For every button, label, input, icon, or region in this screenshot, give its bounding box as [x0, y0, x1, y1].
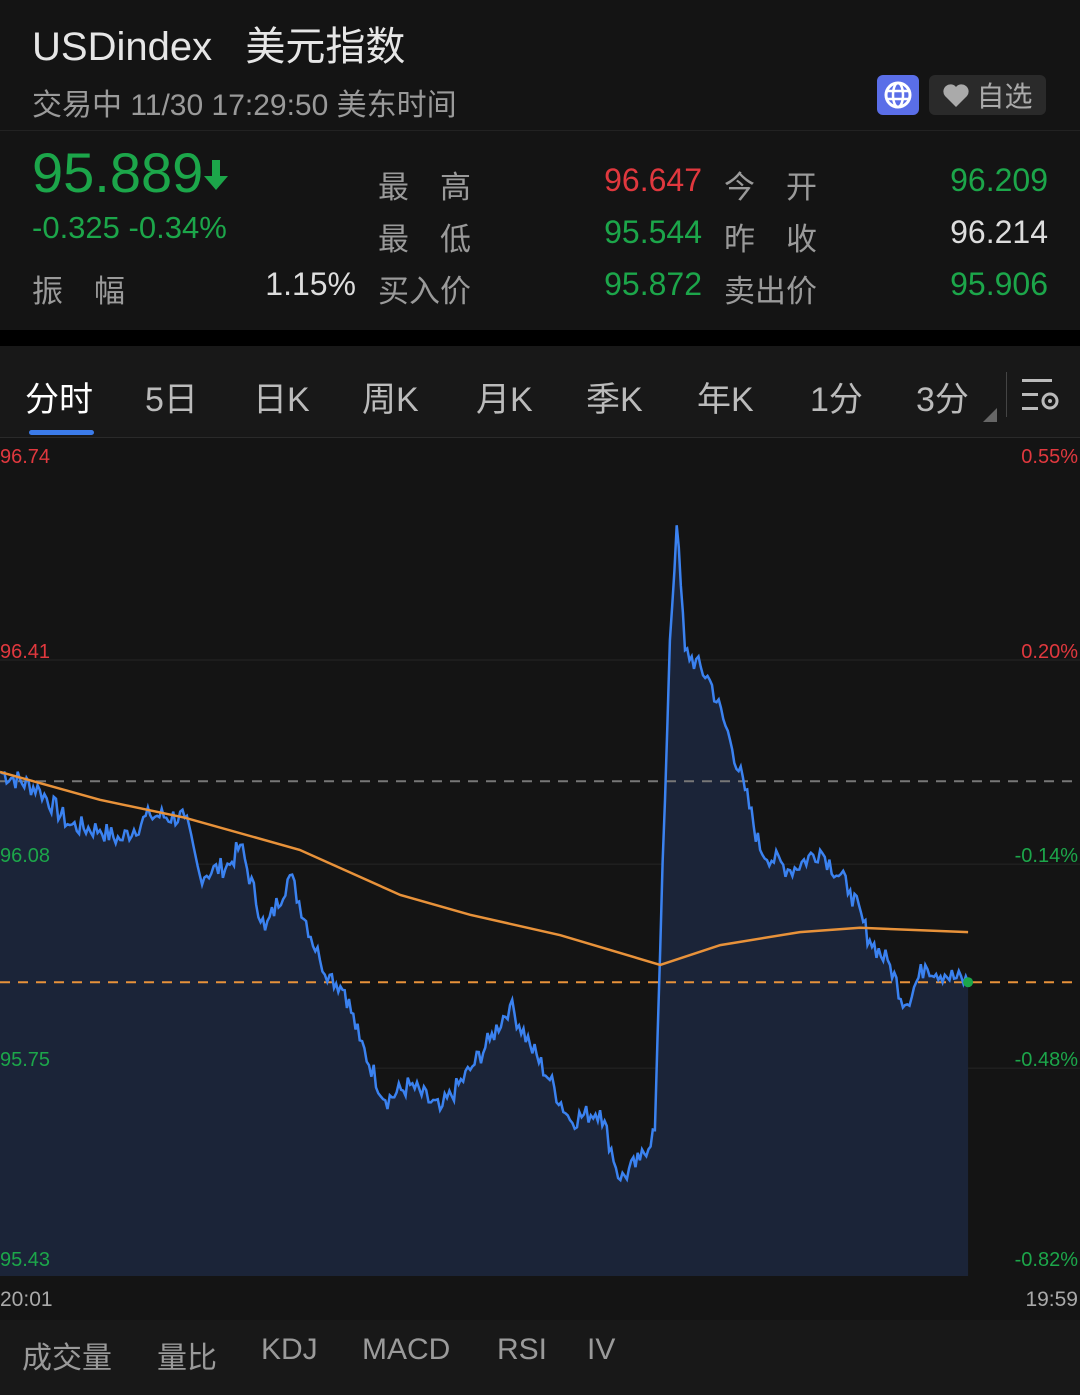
y-tick-left: 96.08 [0, 845, 50, 867]
y-tick-left: 96.74 [0, 446, 50, 468]
tab-yearly-k[interactable]: 年K [697, 372, 754, 421]
indicator-macd[interactable]: MACD [362, 1333, 450, 1367]
price-change: -0.325 -0.34% [32, 210, 227, 245]
prev-close-value: 96.214 [950, 214, 1048, 250]
globe-button[interactable] [877, 75, 919, 115]
y-tick-right: 0.20% [1021, 641, 1078, 663]
y-tick-left: 95.75 [0, 1049, 50, 1071]
y-tick-left: 95.43 [0, 1249, 50, 1271]
tab-intraday[interactable]: 分时 [25, 372, 93, 421]
watchlist-label: 自选 [976, 81, 1033, 112]
bid-label: 买入价 [378, 274, 471, 309]
dropdown-corner-icon [983, 408, 997, 422]
arrow-down-icon [204, 160, 229, 190]
settings-list-icon [1022, 379, 1059, 410]
tab-divider [1006, 372, 1007, 417]
last-price: 95.889 [32, 140, 229, 205]
amplitude-value: 1.15% [265, 266, 356, 302]
ask-label: 卖出价 [724, 274, 817, 309]
y-tick-left: 96.41 [0, 641, 50, 663]
low-value: 95.544 [604, 214, 702, 250]
indicator-rsi[interactable]: RSI [497, 1333, 547, 1367]
indicator-kdj[interactable]: KDJ [261, 1333, 318, 1367]
symbol: USDindex [32, 25, 213, 69]
intraday-chart[interactable]: 96.74 0.55% 96.41 0.20% 96.08 -0.14% 95.75 -0.4… [0, 440, 1080, 1320]
active-tab-indicator [29, 430, 94, 435]
globe-icon [884, 81, 912, 109]
tab-daily-k[interactable]: 日K [253, 372, 310, 421]
ask-value: 95.906 [950, 266, 1048, 302]
instrument-name: 美元指数 [245, 25, 406, 69]
indicator-volume[interactable]: 成交量 [22, 1333, 112, 1377]
y-tick-right: -0.82% [1015, 1249, 1079, 1271]
tab-weekly-k[interactable]: 周K [362, 372, 419, 421]
open-value: 96.209 [950, 162, 1048, 198]
tab-1min[interactable]: 1分 [810, 372, 863, 421]
y-tick-right: -0.14% [1015, 845, 1079, 867]
bid-value: 95.872 [604, 266, 702, 302]
divider [0, 330, 1080, 346]
page-title: USDindex 美元指数 [32, 14, 405, 72]
prev-close-label: 昨 收 [724, 222, 817, 257]
heart-icon [943, 84, 970, 107]
indicator-iv[interactable]: IV [587, 1333, 615, 1367]
tab-3min[interactable]: 3分 [916, 372, 969, 421]
tab-5day[interactable]: 5日 [145, 372, 198, 421]
last-price-dot [963, 977, 974, 988]
high-label: 最 高 [378, 170, 471, 205]
tab-monthly-k[interactable]: 月K [476, 372, 533, 421]
tab-quarterly-k[interactable]: 季K [586, 372, 643, 421]
x-end-label: 19:59 [1025, 1288, 1078, 1311]
x-start-label: 20:01 [0, 1288, 53, 1311]
indicator-volume-ratio[interactable]: 量比 [157, 1333, 217, 1377]
low-label: 最 低 [378, 222, 471, 257]
trading-status: 交易中 11/30 17:29:50 美东时间 [32, 89, 457, 122]
chart-settings-button[interactable] [1020, 375, 1062, 420]
y-tick-right: -0.48% [1015, 1049, 1079, 1071]
y-tick-right: 0.55% [1021, 446, 1078, 468]
amplitude-label: 振 幅 [32, 274, 125, 309]
watchlist-button[interactable]: 自选 [929, 75, 1046, 115]
open-label: 今 开 [724, 170, 817, 205]
price-area-fill [0, 525, 969, 1276]
high-value: 96.647 [604, 162, 702, 198]
